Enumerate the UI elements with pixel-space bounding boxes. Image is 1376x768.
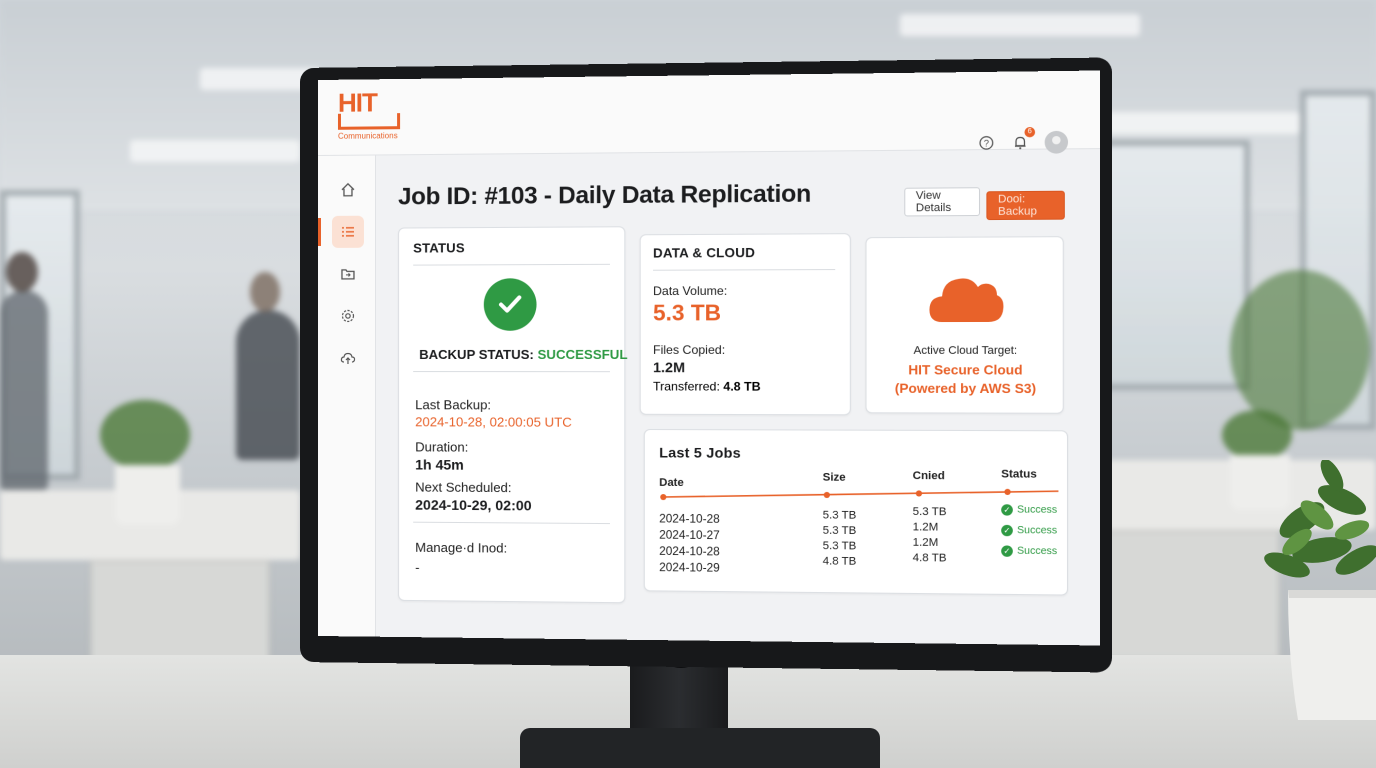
status-card-heading: STATUS	[413, 240, 465, 256]
job-size: 5.3 TB	[822, 509, 857, 522]
data-cloud-card-heading: DATA & CLOUD	[653, 244, 756, 261]
view-details-button[interactable]: View Details	[904, 187, 981, 217]
top-bar: HIT Communications ? 6	[318, 70, 1100, 156]
sidebar-item-jobs[interactable]	[331, 215, 364, 248]
next-scheduled-value: 2024-10-29, 02:00	[415, 496, 532, 514]
managed-value: -	[415, 559, 420, 575]
data-volume-label: Data Volume:	[653, 283, 728, 299]
next-scheduled-label: Next Scheduled:	[415, 479, 512, 496]
job-size: 5.3 TB	[822, 539, 857, 553]
notification-badge: 6	[1024, 126, 1036, 138]
job-date: 2024-10-27	[659, 529, 720, 543]
sidebar-item-settings[interactable]	[332, 300, 364, 332]
job-size: 5.3 TB	[822, 524, 857, 538]
backup-status-value: SUCCESSFUL	[537, 346, 628, 363]
duration-value: 1h 45m	[415, 456, 464, 473]
data-volume-value: 5.3 TB	[653, 299, 722, 326]
success-check-icon: ✓	[1001, 524, 1013, 536]
hit-logo[interactable]: HIT Communications	[337, 87, 408, 150]
managed-label: Manage·d Inod:	[415, 539, 508, 556]
run-backup-button[interactable]: Dooi: Backup	[986, 190, 1065, 221]
last-jobs-heading: Last 5 Jobs	[659, 444, 741, 461]
files-copied-value: 1.2M	[653, 359, 686, 376]
duration-label: Duration:	[415, 439, 469, 455]
transferred-value: 4.8 TB	[723, 379, 761, 394]
cloud-target-label: Active Cloud Target:	[913, 344, 1018, 357]
col-header-copied: Cnied	[912, 469, 945, 483]
page-title: Job ID: #103 - Daily Data Replication	[398, 180, 811, 211]
cloud-target-sub: (Powered by AWS S3)	[894, 380, 1037, 397]
col-header-size: Size	[822, 471, 846, 484]
job-date: 2024-10-29	[659, 561, 720, 575]
transferred-row: Transferred: 4.8 TB	[653, 379, 761, 393]
job-copied: 4.8 TB	[912, 551, 947, 565]
backup-status: BACKUP STATUS: SUCCESSFUL	[419, 346, 628, 363]
sidebar-item-home[interactable]	[332, 174, 364, 206]
success-check-icon: ✓	[1001, 503, 1013, 516]
status-column: ✓ Success ✓ Success ✓ Success	[1001, 499, 1057, 561]
job-date: 2024-10-28	[659, 545, 720, 559]
job-copied: 1.2M	[912, 536, 939, 550]
job-size: 4.8 TB	[822, 555, 857, 568]
gear-icon	[341, 309, 354, 322]
success-check-icon: ✓	[1001, 544, 1013, 557]
main-content: Job ID: #103 - Daily Data Replication Vi…	[376, 149, 1100, 645]
cloud-upload-icon	[340, 352, 355, 364]
copied-column: 5.3 TB 1.2M 1.2M 4.8 TB	[913, 505, 947, 567]
monitor-screen: HIT Communications ? 6 Job ID: #103 - Da…	[318, 70, 1100, 646]
svg-text:?: ?	[984, 138, 989, 148]
sidebar	[318, 155, 377, 637]
files-copied-label: Files Copied:	[653, 342, 726, 357]
potted-plant	[1262, 458, 1376, 720]
job-copied: 5.3 TB	[912, 505, 947, 519]
col-header-status: Status	[1001, 468, 1037, 481]
dates-column: 2024-10-28 2024-10-27 2024-10-28 2024-10…	[659, 511, 720, 577]
folder-icon	[340, 268, 355, 280]
cloud-target-card: Active Cloud Target: HIT Secure Cloud (P…	[865, 236, 1064, 414]
last-backup-label: Last Backup:	[415, 397, 492, 413]
jobs-list-icon	[341, 226, 354, 237]
job-status: ✓ Success	[1001, 499, 1057, 520]
sizes-column: 5.3 TB 5.3 TB 5.3 TB 4.8 TB	[823, 508, 857, 570]
home-icon	[341, 182, 354, 197]
last-jobs-card: Last 5 Jobs Date Size Cnied Status 2024-…	[643, 428, 1069, 596]
monitor-stand-base	[520, 728, 880, 768]
data-cloud-card: DATA & CLOUD Data Volume: 5.3 TB Files C…	[639, 233, 851, 416]
job-status: ✓ Success	[1001, 520, 1057, 541]
sidebar-item-files[interactable]	[332, 258, 364, 290]
job-status: ✓ Success	[1001, 540, 1057, 561]
cloud-target-name: HIT Secure Cloud	[908, 362, 1023, 378]
job-date: 2024-10-28	[659, 513, 720, 526]
transferred-label: Transferred:	[653, 379, 720, 394]
job-copied: 1.2M	[912, 521, 939, 534]
status-card: STATUS BACKUP STATUS: SUCCESSFUL Last Ba…	[398, 226, 628, 604]
success-check-icon	[483, 278, 537, 331]
sidebar-item-cloud[interactable]	[332, 342, 364, 374]
last-backup-value: 2024-10-28, 02:00:05 UTC	[415, 414, 572, 430]
cloud-icon	[927, 273, 1005, 325]
